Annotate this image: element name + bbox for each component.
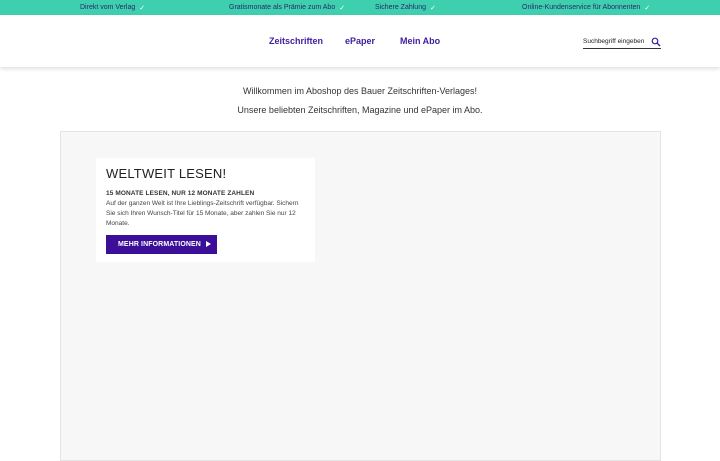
nav-item-zeitschriften[interactable]: Zeitschriften [269, 36, 323, 46]
more-info-button[interactable]: MEHR INFORMATIONEN [106, 235, 217, 254]
promo-text: Auf der ganzen Welt ist Ihre Lieblings-Z… [106, 200, 299, 227]
usp-customer-service: Online-Kundenservice für Abonnenten ✓ [522, 0, 650, 15]
usp-free-months: Gratismonate als Prämie zum Abo ✓ [229, 0, 345, 15]
nav-item-mein-abo[interactable]: Mein Abo [400, 36, 440, 46]
search-icon[interactable] [651, 37, 661, 47]
search-input[interactable]: Suchbegriff eingeben [583, 38, 649, 45]
welcome-text: Willkommen im Aboshop des Bauer Zeitschr… [242, 86, 478, 96]
promo-subtitle: 15 MONATE LESEN, NUR 12 MONATE ZAHLEN [106, 190, 255, 197]
usp-secure-payment: Sichere Zahlung ✓ [375, 0, 436, 15]
usp-label: Sichere Zahlung [375, 4, 426, 11]
check-icon: ✓ [139, 4, 146, 12]
more-info-label: MEHR INFORMATIONEN [118, 241, 201, 248]
check-icon: ✓ [339, 4, 346, 12]
promo-title: WELTWEIT LESEN! [106, 166, 227, 181]
check-icon: ✓ [429, 4, 436, 12]
play-arrow-icon [206, 241, 211, 247]
check-icon: ✓ [644, 4, 651, 12]
usp-label: Online-Kundenservice für Abonnenten [522, 4, 641, 11]
usp-bar: Direkt vom Verlag ✓ Gratismonate als Prä… [0, 0, 720, 15]
usp-direct: Direkt vom Verlag ✓ [80, 0, 145, 15]
search-field[interactable]: Suchbegriff eingeben [583, 35, 661, 49]
site-header: Zeitschriften ePaper Mein Abo Suchbegrif… [0, 15, 720, 67]
nav-item-epaper[interactable]: ePaper [345, 36, 375, 46]
usp-label: Gratismonate als Prämie zum Abo [229, 4, 336, 11]
usp-label: Direkt vom Verlag [80, 4, 136, 11]
welcome-subtext: Unsere beliebten Zeitschriften, Magazine… [237, 105, 483, 115]
